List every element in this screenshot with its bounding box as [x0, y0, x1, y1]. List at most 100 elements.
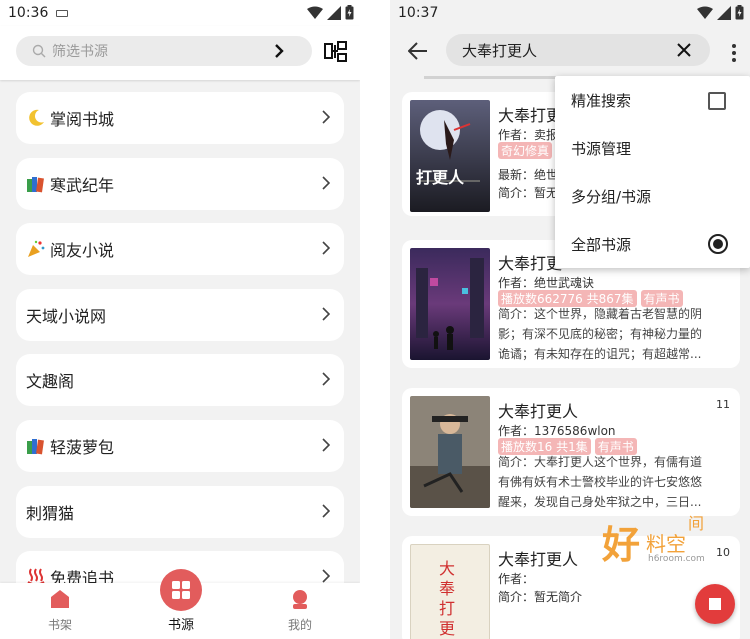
source-item[interactable]: 掌阅书城	[16, 92, 344, 144]
signal-icon	[327, 5, 341, 20]
menu-multi-group[interactable]: 多分组/书源	[571, 186, 651, 207]
watermark-logo: 好 料空 间 h6room.com	[602, 510, 722, 570]
source-item[interactable]: 轻菠萝包	[16, 419, 344, 472]
status-time: 10:36	[8, 5, 49, 21]
nav-sources[interactable]: 书源	[151, 614, 211, 633]
stop-search-button[interactable]	[695, 584, 735, 624]
search-icon	[32, 44, 46, 58]
wifi-icon	[307, 6, 323, 19]
bookshelf-icon	[51, 590, 69, 608]
system-icons	[307, 5, 354, 20]
book-cover	[410, 396, 490, 508]
books-icon	[27, 176, 44, 192]
book-title: 大奉打更人	[498, 550, 579, 569]
source-name: 文趣阁	[26, 372, 75, 392]
overflow-menu: 精准搜索 书源管理 多分组/书源 全部书源	[555, 76, 750, 268]
left-screen: 10:36 筛选书源 掌阅书城 寒武纪年 阅友小说 天域小说网 文趣阁 轻菠萝包…	[0, 0, 360, 639]
source-filter-input[interactable]: 筛选书源	[16, 36, 312, 66]
source-name: 天域小说网	[26, 306, 107, 326]
crescent-moon-icon	[29, 109, 44, 126]
signal-icon	[717, 5, 731, 20]
source-item[interactable]: 天域小说网	[16, 288, 344, 341]
source-name: 寒武纪年	[50, 175, 115, 195]
book-author: 作者：	[498, 572, 535, 586]
group-tree-icon[interactable]	[324, 40, 348, 64]
source-list: 掌阅书城 寒武纪年 阅友小说 天域小说网 文趣阁 轻菠萝包 刺猬猫 免费追书	[16, 92, 344, 617]
chevron-right-icon	[322, 569, 330, 583]
search-input[interactable]: 大奉打更人	[446, 34, 710, 66]
watermark-url: h6room.com	[648, 554, 705, 564]
watermark-small: 料空	[646, 532, 686, 556]
nav-sources-label: 书源	[167, 618, 194, 633]
nav-mine-label: 我的	[287, 618, 312, 632]
status-bar: 10:37	[390, 0, 750, 26]
chevron-right-icon[interactable]	[274, 43, 284, 59]
chevron-right-icon	[322, 307, 330, 321]
right-screen: 10:37 大奉打更人 打更人 大奉打更 作者：卖报 奇幻修真 最新：绝世 简介…	[390, 0, 750, 639]
book-tags: 奇幻修真	[498, 142, 556, 159]
battery-icon	[735, 5, 744, 20]
books-icon	[27, 438, 44, 455]
chevron-right-icon	[322, 241, 330, 255]
stop-icon	[709, 598, 721, 610]
watermark-corner: 间	[688, 514, 705, 533]
book-intro: 简介：暂无简介	[498, 590, 583, 604]
book-tag: 奇幻修真	[498, 142, 553, 159]
book-intro: 简介：暂无	[498, 186, 559, 200]
chevron-right-icon	[322, 110, 330, 124]
menu-all-sources[interactable]: 全部书源	[571, 234, 631, 255]
chevron-right-icon	[322, 438, 330, 452]
source-item[interactable]: 文趣阁	[16, 354, 344, 407]
book-latest-chapter: 最新：绝世	[498, 168, 559, 182]
source-name: 掌阅书城	[50, 110, 115, 129]
book-author: 作者：1376586wlon	[498, 424, 616, 438]
source-count: 11	[716, 398, 730, 411]
party-popper-icon	[28, 240, 45, 258]
book-title: 大奉打更	[498, 106, 563, 125]
status-time: 10:37	[398, 5, 439, 21]
chevron-right-icon	[322, 372, 330, 386]
bottom-navigation: 书架 书源 我的	[0, 569, 360, 639]
nav-bookshelf[interactable]: 书架	[30, 589, 90, 633]
system-icons	[697, 5, 744, 20]
source-filter-placeholder: 筛选书源	[52, 44, 108, 60]
keyboard-icon	[56, 9, 69, 17]
nav-bookshelf-label: 书架	[47, 618, 72, 632]
close-icon[interactable]	[676, 42, 692, 58]
wifi-icon	[697, 6, 713, 19]
book-title: 大奉打更人	[498, 402, 579, 421]
menu-precise-search[interactable]: 精准搜索	[571, 90, 631, 111]
source-search-header: 筛选书源	[0, 26, 360, 80]
chevron-right-icon	[322, 176, 330, 190]
source-item[interactable]: 寒武纪年	[16, 157, 344, 210]
status-bar: 10:36	[0, 0, 360, 26]
book-intro: 简介：大奉打更人这个世界，有儒有道有佛有妖有术士警校毕业的许七安悠悠醒来，发现自…	[498, 455, 703, 509]
book-author: 作者：绝世武魂诀	[498, 276, 595, 290]
grid-icon	[172, 581, 190, 599]
book-intro: 简介：这个世界，隐藏着古老智慧的阴影；有深不见底的秘密；有神秘力量的诡谲；有未知…	[498, 307, 703, 361]
book-author: 作者：卖报	[498, 128, 559, 142]
source-name: 阅友小说	[50, 241, 115, 261]
back-arrow-icon[interactable]	[408, 42, 428, 60]
book-title: 大奉打更	[498, 254, 563, 273]
precise-search-checkbox[interactable]	[708, 92, 726, 110]
more-options-icon[interactable]	[732, 44, 736, 65]
source-name: 刺猬猫	[26, 503, 75, 523]
watermark-big: 好	[602, 523, 641, 567]
nav-mine[interactable]: 我的	[270, 589, 330, 633]
source-item[interactable]: 阅友小说	[16, 223, 344, 276]
cover-title-text: 大奉打更人	[439, 559, 456, 638]
all-sources-radio[interactable]	[708, 234, 728, 254]
search-query: 大奉打更人	[462, 41, 538, 60]
profile-icon	[293, 590, 307, 609]
book-cover: 大奉打更人	[410, 544, 490, 639]
battery-icon	[345, 5, 354, 20]
cover-title-text: 打更人	[416, 168, 465, 187]
source-item[interactable]: 刺猬猫	[16, 485, 344, 538]
book-cover	[410, 248, 490, 360]
book-cover: 打更人	[410, 100, 490, 212]
nav-sources-button[interactable]	[160, 569, 202, 611]
book-result-card[interactable]: 大奉打更人 11 作者：1376586wlon 播放数16 共1集 有声书 简介：…	[402, 388, 740, 516]
source-name: 轻菠萝包	[50, 437, 115, 457]
menu-source-manage[interactable]: 书源管理	[571, 138, 631, 159]
